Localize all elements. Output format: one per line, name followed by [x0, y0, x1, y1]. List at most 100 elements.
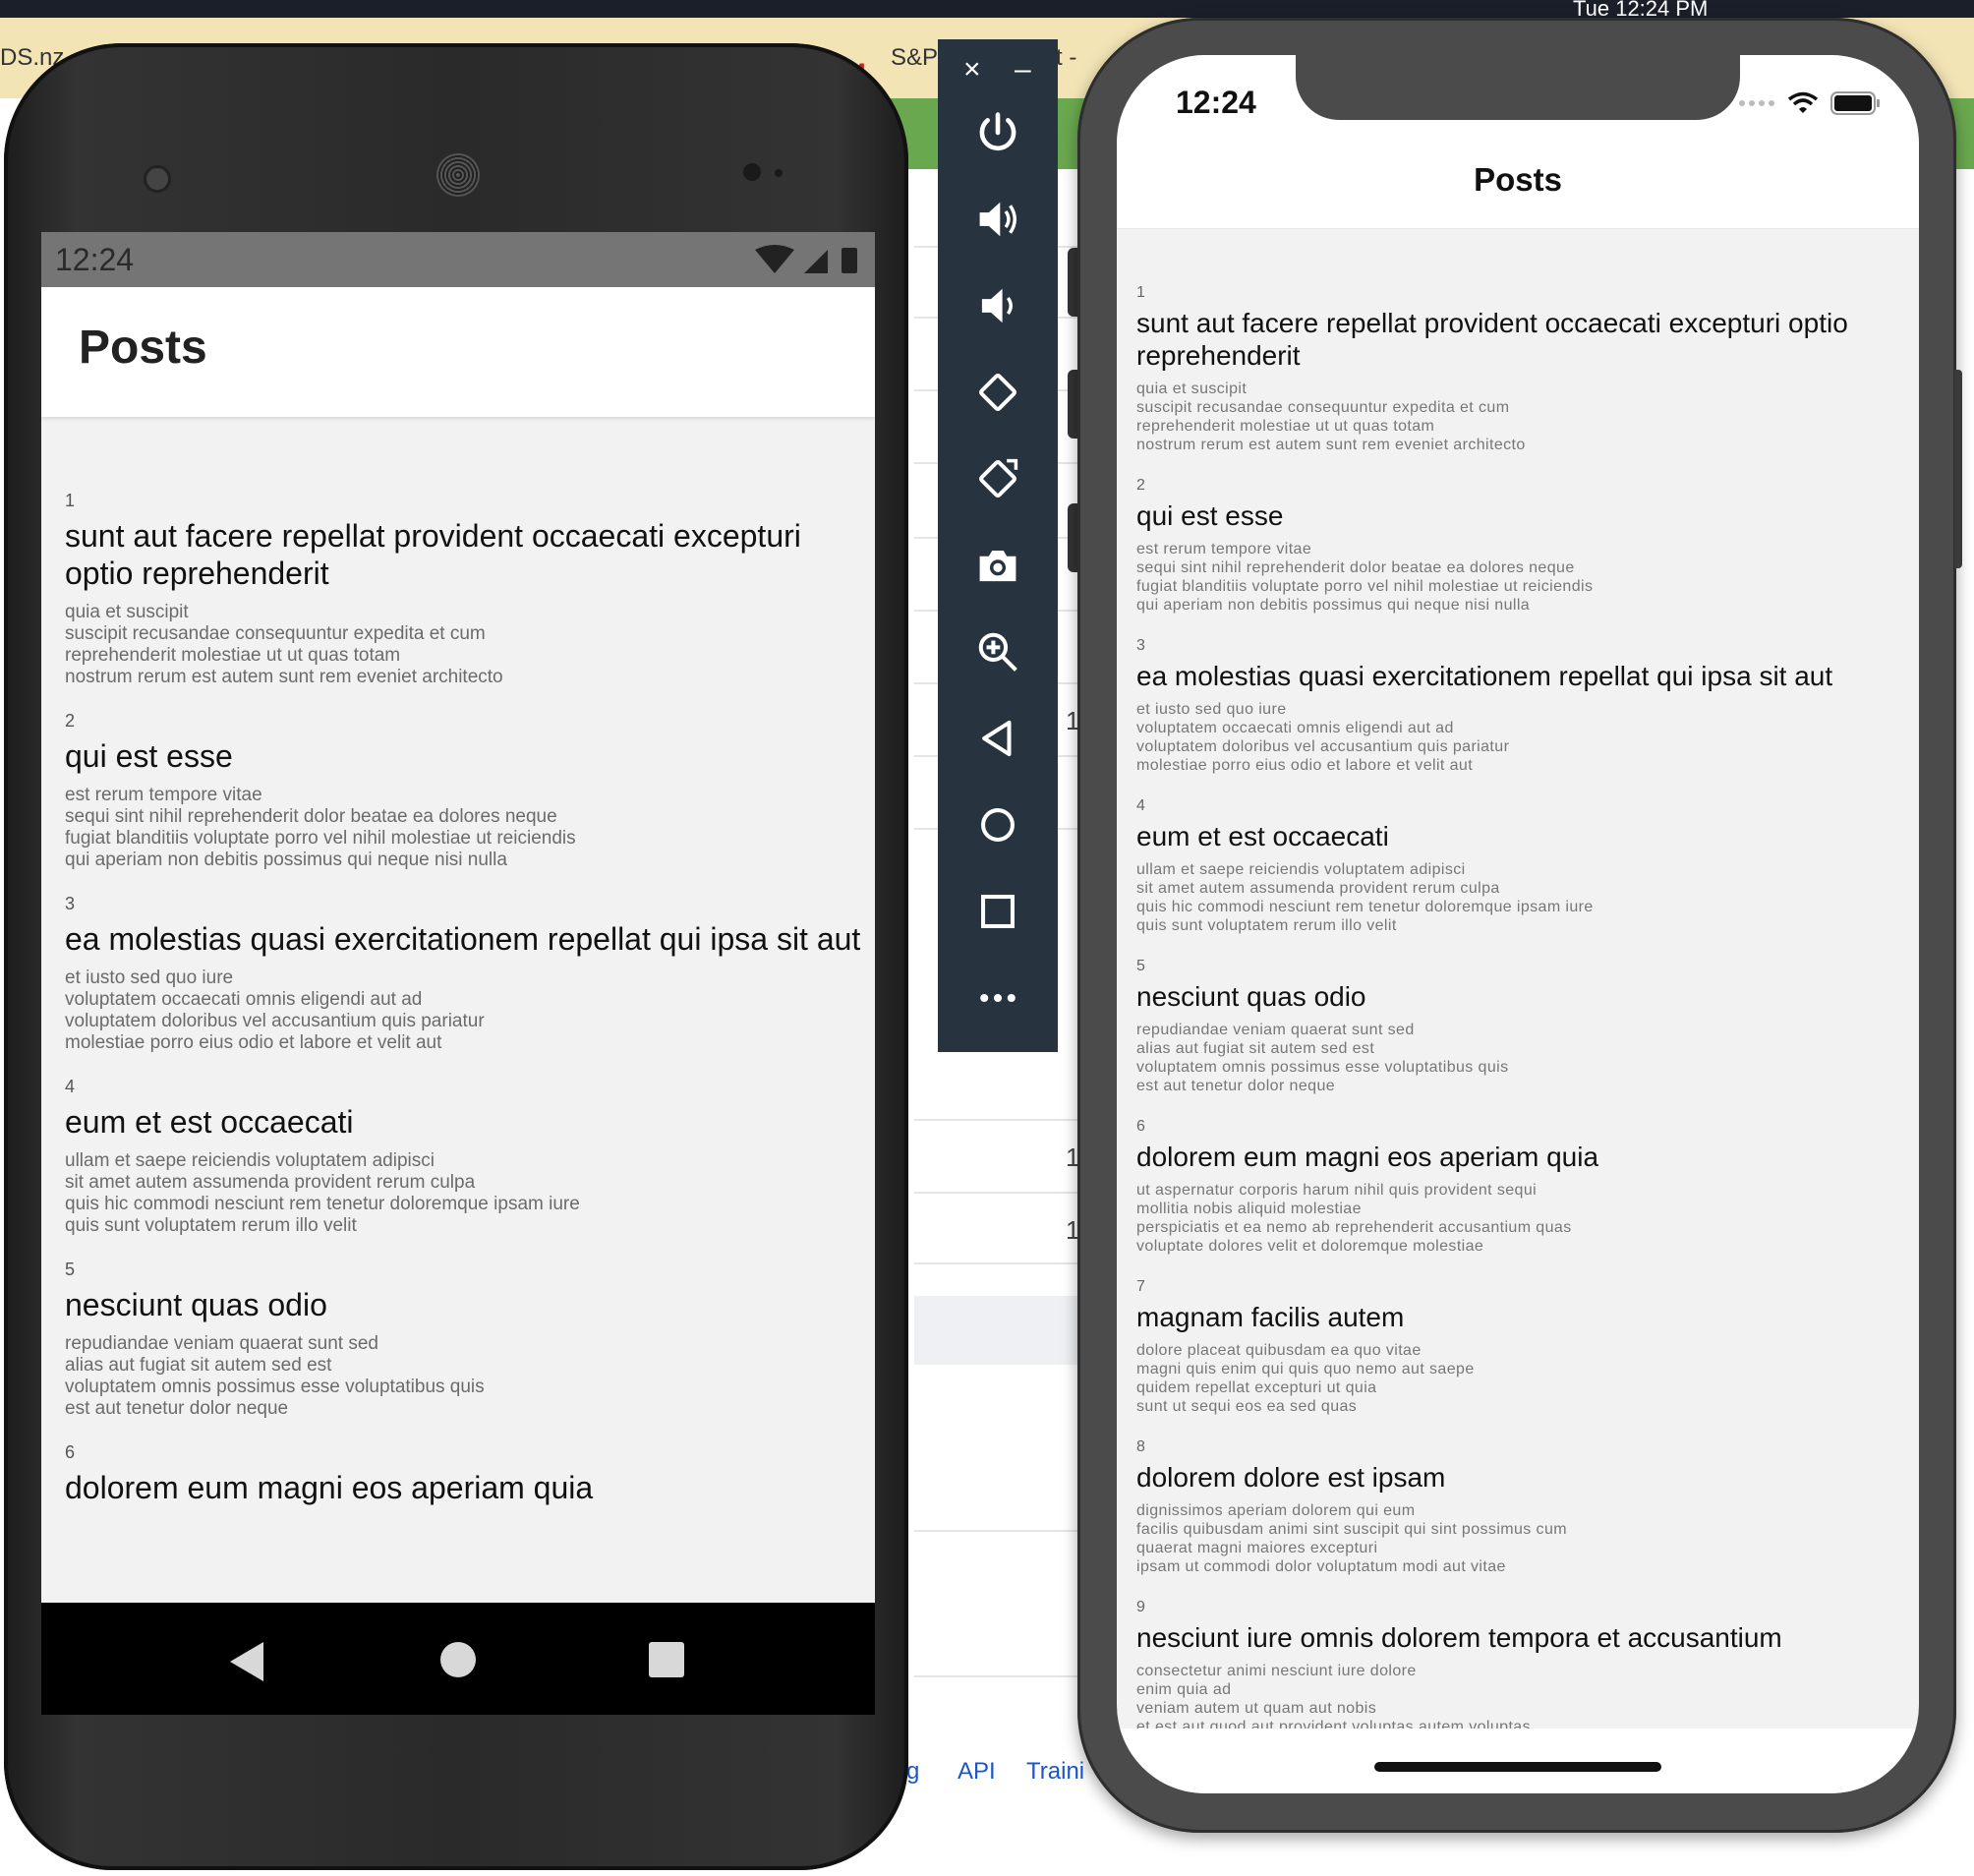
- overview-button[interactable]: [959, 877, 1036, 946]
- post-body: dignissimos aperiam dolorem qui eum faci…: [1136, 1502, 1567, 1575]
- side-button[interactable]: [1954, 370, 1962, 568]
- volume-down-button[interactable]: [959, 271, 1036, 340]
- list-item[interactable]: 5 nesciunt quas odio repudiandae veniam …: [1136, 957, 1903, 1095]
- home-icon[interactable]: [440, 1642, 476, 1677]
- list-item[interactable]: 5 nesciunt quas odio repudiandae veniam …: [65, 1259, 861, 1420]
- post-title: sunt aut facere repellat provident occae…: [65, 518, 801, 591]
- post-list[interactable]: 1 sunt aut facere repellat provident occ…: [1136, 283, 1903, 1793]
- rotate-right-button[interactable]: [959, 444, 1036, 513]
- post-title: dolorem dolore est ipsam: [1136, 1462, 1446, 1493]
- iphone-simulator: 12:24 Posts 1 sunt aut facere repellat p…: [1077, 18, 1956, 1833]
- menubar-clock: Tue 12:24 PM: [1573, 0, 1709, 18]
- more-icon: [980, 993, 1016, 1003]
- recents-icon[interactable]: [649, 1642, 684, 1677]
- list-item[interactable]: 2 qui est esse est rerum tempore vitae s…: [1136, 476, 1903, 615]
- post-id: 6: [65, 1442, 76, 1462]
- list-item[interactable]: 2 qui est esse est rerum tempore vitae s…: [65, 710, 861, 871]
- list-item[interactable]: 4 eum et est occaecati ullam et saepe re…: [1136, 796, 1903, 935]
- post-body: ullam et saepe reiciendis voluptatem adi…: [65, 1150, 580, 1236]
- post-list[interactable]: 1 sunt aut facere repellat provident occ…: [65, 490, 861, 1528]
- minimize-icon[interactable]: –: [1015, 53, 1031, 87]
- divider: [914, 1119, 1101, 1121]
- post-id: 1: [65, 491, 76, 510]
- zoom-button[interactable]: [959, 617, 1036, 686]
- footer-link-training[interactable]: Traini: [1026, 1758, 1084, 1786]
- back-icon[interactable]: [230, 1642, 263, 1681]
- divider: [914, 1530, 1101, 1532]
- list-item[interactable]: 8 dolorem dolore est ipsam dignissimos a…: [1136, 1437, 1903, 1576]
- post-id: 9: [1136, 1599, 1145, 1615]
- iphone-screen: 12:24 Posts 1 sunt aut facere repellat p…: [1117, 55, 1919, 1793]
- close-icon[interactable]: ×: [963, 53, 981, 87]
- back-button[interactable]: [959, 704, 1036, 773]
- post-title: dolorem eum magni eos aperiam quia: [65, 1470, 594, 1505]
- post-title: qui est esse: [1136, 500, 1284, 531]
- rotate-left-button[interactable]: [959, 358, 1036, 427]
- list-item[interactable]: 9 nesciunt iure omnis dolorem tempora et…: [1136, 1598, 1903, 1736]
- front-camera: [144, 165, 171, 193]
- android-nav-bar: [41, 1603, 875, 1715]
- home-button[interactable]: [959, 791, 1036, 859]
- divider: [914, 1262, 1101, 1264]
- post-id: 2: [1136, 477, 1145, 494]
- post-title: ea molestias quasi exercitationem repell…: [65, 921, 861, 957]
- page-title: Posts: [79, 322, 207, 374]
- post-id: 5: [65, 1260, 76, 1279]
- post-title: dolorem eum magni eos aperiam quia: [1136, 1142, 1599, 1172]
- rotate-left-icon: [979, 374, 1016, 411]
- emulator-toolbar: × –: [938, 39, 1058, 1052]
- browser-tab[interactable]: t -: [1056, 35, 1076, 81]
- home-indicator-area: [1117, 1729, 1919, 1793]
- home-indicator[interactable]: [1374, 1762, 1661, 1772]
- post-id: 3: [65, 894, 76, 913]
- camera-icon: [979, 551, 1016, 582]
- post-title: nesciunt iure omnis dolorem tempora et a…: [1136, 1622, 1782, 1653]
- post-body: consectetur animi nesciunt iure dolore e…: [1136, 1663, 1532, 1735]
- post-title: magnam facilis autem: [1136, 1302, 1405, 1332]
- signal-icon: [804, 250, 828, 273]
- list-item[interactable]: 4 eum et est occaecati ullam et saepe re…: [65, 1076, 861, 1237]
- footer-link-api[interactable]: API: [958, 1758, 996, 1786]
- status-time: 12:24: [55, 242, 135, 277]
- status-time: 12:24: [1176, 85, 1256, 120]
- volume-up-button[interactable]: [959, 185, 1036, 254]
- post-title: qui est esse: [65, 738, 233, 774]
- footer-link[interactable]: g: [906, 1758, 919, 1786]
- list-item[interactable]: 6 dolorem eum magni eos aperiam quia: [65, 1441, 861, 1506]
- post-id: 2: [65, 711, 76, 731]
- volume-up-icon: [979, 202, 1016, 237]
- list-item[interactable]: 3 ea molestias quasi exercitationem repe…: [1136, 636, 1903, 775]
- post-body: et iusto sed quo iure voluptatem occaeca…: [65, 967, 485, 1053]
- post-id: 8: [1136, 1438, 1145, 1455]
- more-button[interactable]: [959, 964, 1036, 1032]
- power-button[interactable]: [959, 98, 1036, 167]
- mac-menubar: Tue 12:24 PM: [0, 0, 1974, 18]
- list-item[interactable]: 7 magnam facilis autem dolore placeat qu…: [1136, 1277, 1903, 1416]
- battery-icon: [842, 248, 857, 273]
- screenshot-button[interactable]: [959, 531, 1036, 600]
- zoom-icon: [978, 632, 1017, 672]
- post-id: 5: [1136, 958, 1145, 974]
- post-body: repudiandae veniam quaerat sunt sed alia…: [65, 1333, 485, 1419]
- proximity-sensor: [743, 163, 761, 181]
- list-item[interactable]: 1 sunt aut facere repellat provident occ…: [1136, 283, 1903, 454]
- list-item[interactable]: 3 ea molestias quasi exercitationem repe…: [65, 893, 861, 1054]
- earpiece-speaker: [436, 153, 480, 197]
- status-icons: [1738, 90, 1882, 116]
- home-icon: [981, 808, 1015, 842]
- ios-nav-header: 12:24 Posts: [1117, 55, 1919, 229]
- list-item[interactable]: 6 dolorem eum magni eos aperiam quia ut …: [1136, 1117, 1903, 1256]
- post-body: quia et suscipit suscipit recusandae con…: [1136, 381, 1526, 453]
- post-id: 4: [65, 1077, 76, 1096]
- divider: [914, 1675, 1101, 1677]
- browser-tab[interactable]: S&P: [891, 35, 938, 81]
- android-status-bar: 12:24: [41, 232, 875, 287]
- post-body: quia et suscipit suscipit recusandae con…: [65, 602, 503, 687]
- post-body: ut aspernatur corporis harum nihil quis …: [1136, 1182, 1572, 1255]
- light-sensor: [775, 169, 783, 177]
- iphone-notch: [1296, 55, 1740, 120]
- post-title: nesciunt quas odio: [1136, 981, 1366, 1012]
- battery-icon: [1830, 91, 1880, 115]
- list-item[interactable]: 1 sunt aut facere repellat provident occ…: [65, 490, 861, 688]
- android-screen: 12:24 Posts 1 sunt aut facere repellat p…: [41, 232, 875, 1715]
